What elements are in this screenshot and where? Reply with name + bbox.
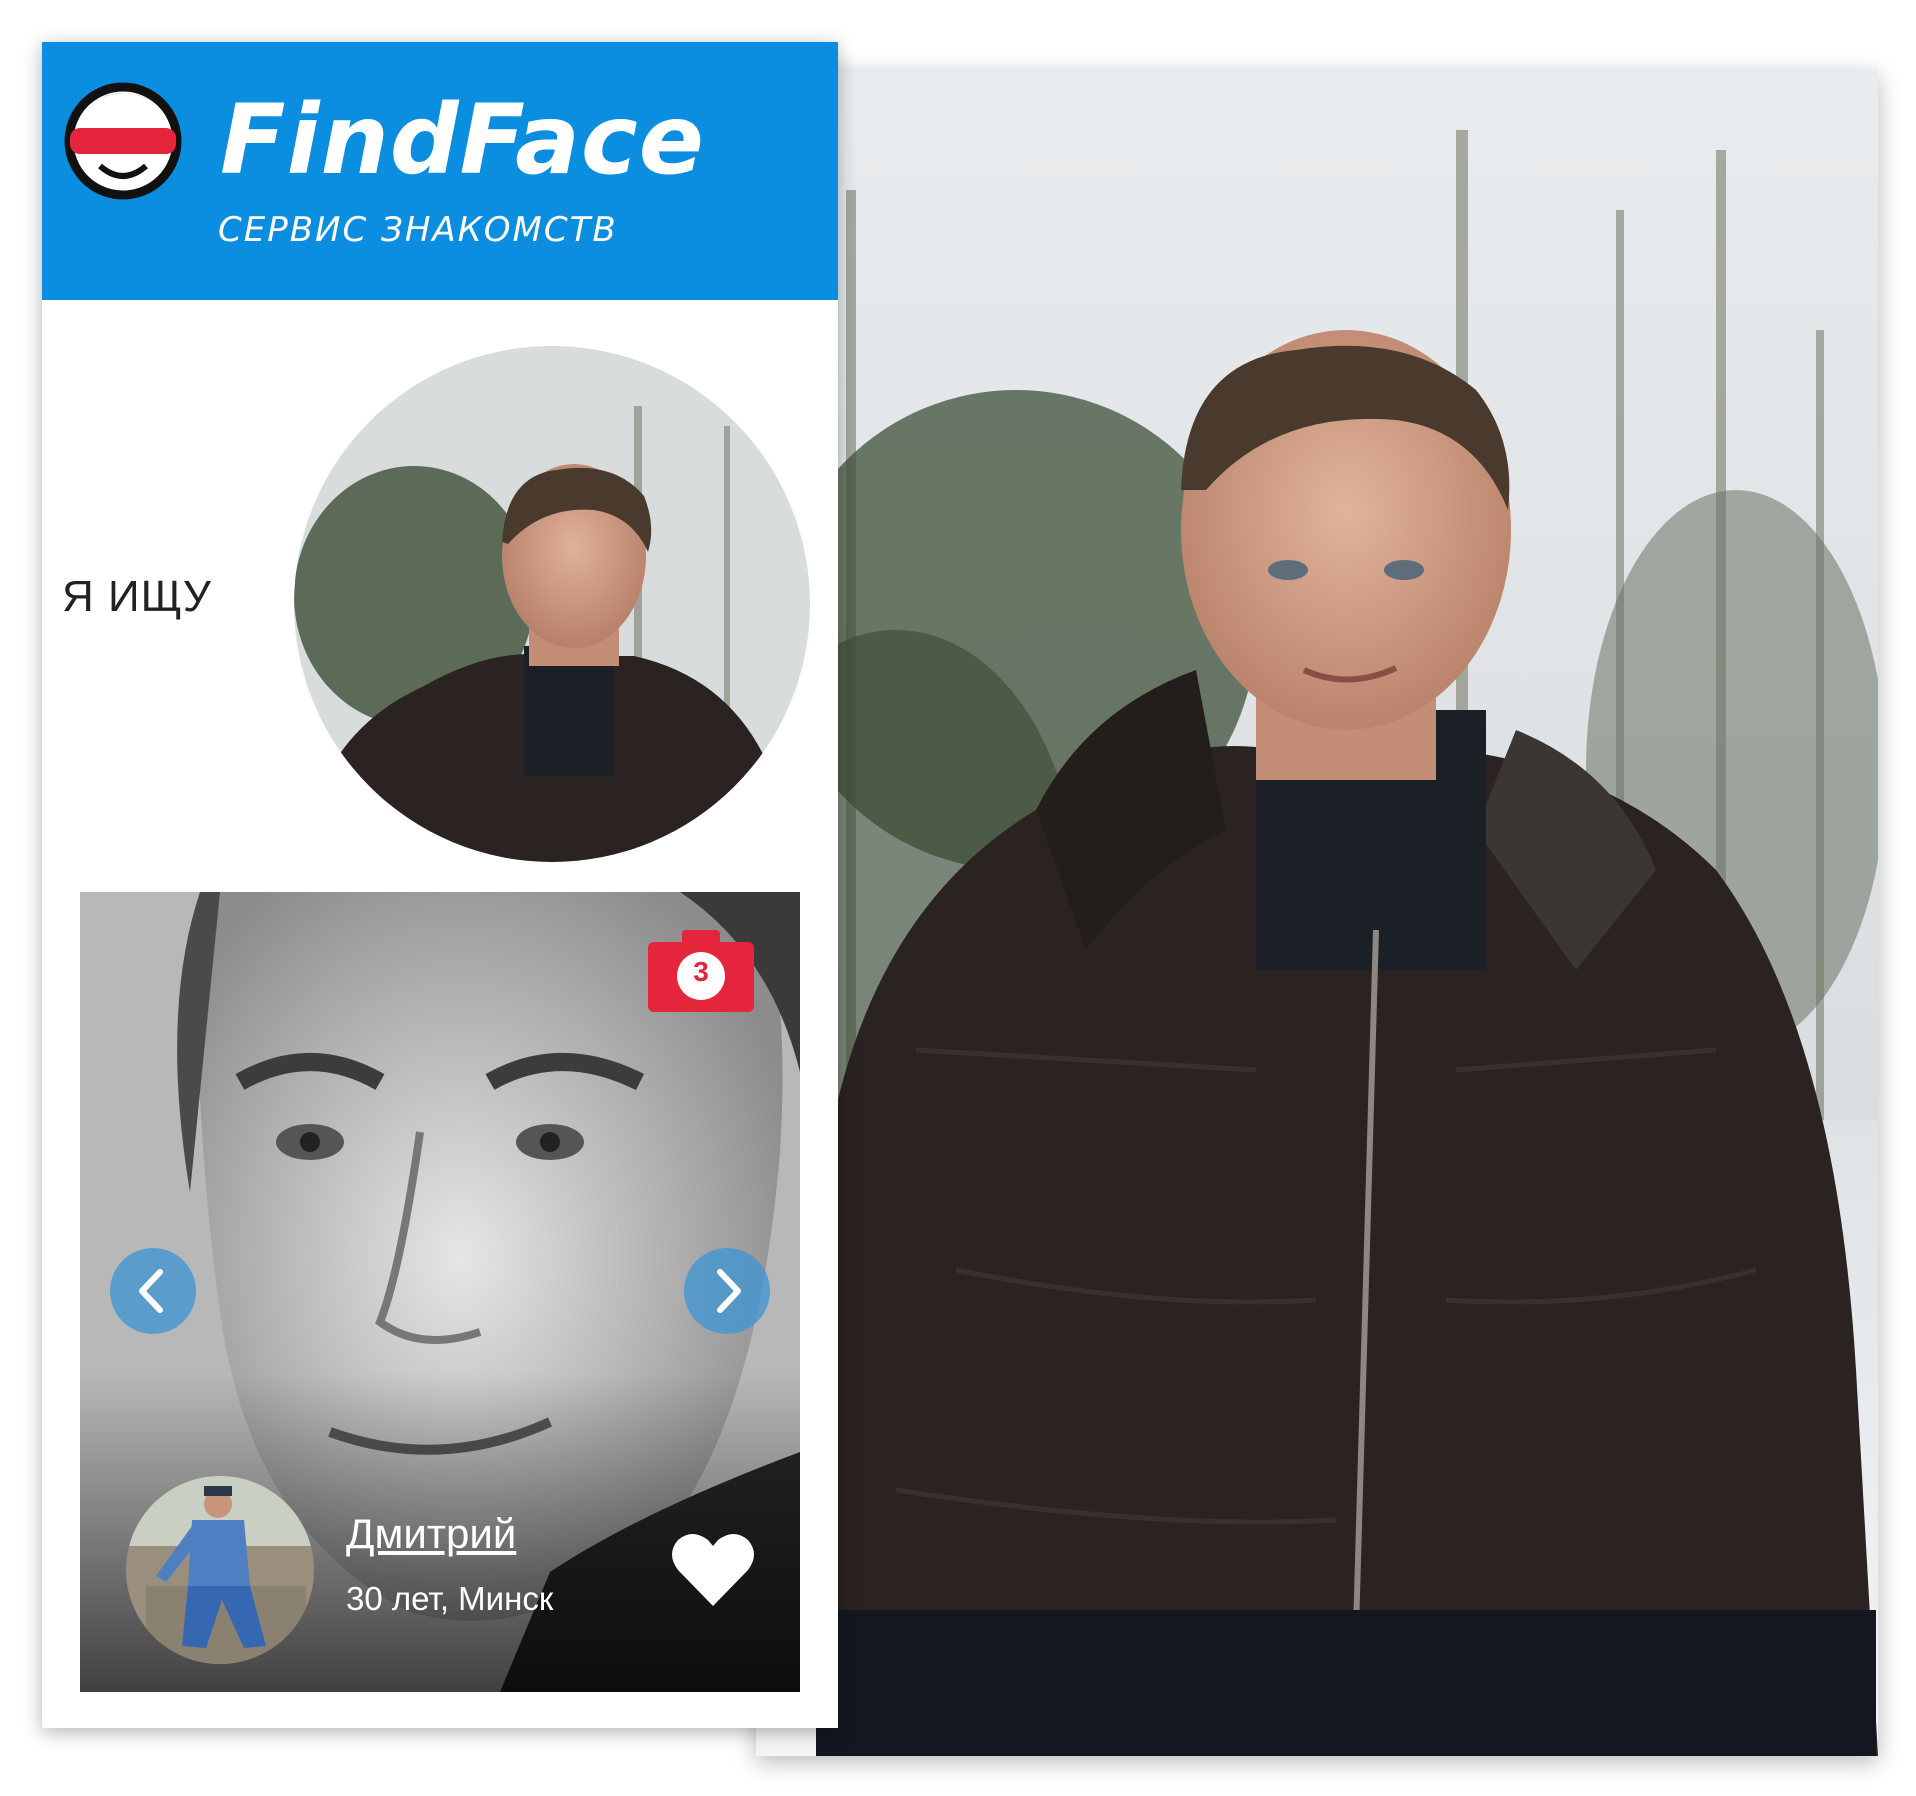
search-label: Я ИЩУ [62,572,212,621]
brand-tagline: СЕРВИС ЗНАКОМСТВ [218,210,618,250]
chevron-left-icon [139,1269,163,1313]
prev-photo-button[interactable] [110,1248,196,1334]
full-size-photo [756,70,1878,1756]
heart-icon[interactable] [670,1530,756,1610]
profile-avatar[interactable] [126,1476,314,1664]
findface-app-panel: FindFace СЕРВИС ЗНАКОМСТВ Я ИЩУ 3 Дмитри… [42,42,838,1728]
match-result-card[interactable]: 3 Дмитрий 30 лет, Минск [80,892,800,1692]
profile-name-link[interactable]: Дмитрий [346,1510,516,1558]
chevron-right-icon [717,1269,741,1313]
app-header: FindFace СЕРВИС ЗНАКОМСТВ [42,42,838,300]
photo-count: 3 [693,956,709,987]
brand-name: FindFace [220,84,705,196]
findface-logo[interactable] [64,82,182,200]
profile-details: 30 лет, Минск [346,1580,554,1617]
next-photo-button[interactable] [684,1248,770,1334]
search-photo[interactable] [294,346,810,862]
